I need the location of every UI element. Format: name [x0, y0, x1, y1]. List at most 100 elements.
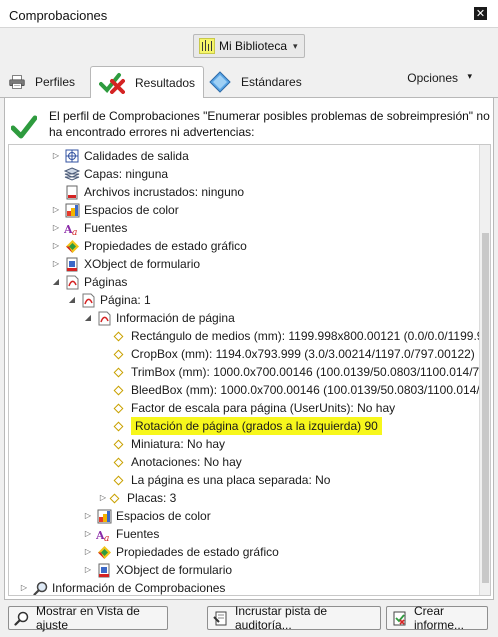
- library-dropdown-button[interactable]: Mi Biblioteca ▾: [193, 34, 305, 58]
- bullet-icon: [113, 385, 124, 395]
- tree-item-page-info[interactable]: ◢ Información de página: [83, 309, 235, 327]
- svg-text:a: a: [72, 228, 77, 236]
- chevron-down-icon[interactable]: ▾: [467, 71, 472, 82]
- expand-icon[interactable]: ▷: [98, 489, 108, 507]
- output-intent-icon: [64, 148, 80, 164]
- tree-item-page-fonts[interactable]: ▷ Aa Fuentes: [83, 525, 159, 543]
- diamond-icon: [209, 71, 231, 93]
- layers-icon: [64, 166, 80, 182]
- tab-results-label: Resultados: [135, 75, 196, 90]
- show-fit-view-button[interactable]: Mostrar en Vista de ajuste: [8, 604, 168, 632]
- tree-item-page-1[interactable]: ◢ Página: 1: [67, 291, 151, 309]
- report-icon: [391, 610, 407, 626]
- tree-item-fonts[interactable]: ▷ Aa Fuentes: [51, 219, 127, 237]
- embed-audit-trail-button[interactable]: Incrustar pista de auditoría...: [207, 604, 381, 632]
- tree-item-graphic-state[interactable]: ▷ Propiedades de estado gráfico: [51, 237, 247, 255]
- create-report-button[interactable]: Crear informe...: [386, 604, 488, 632]
- tree-item-embedded-files[interactable]: Archivos incrustados: ninguno: [51, 183, 244, 201]
- bullet-icon: [113, 331, 124, 341]
- bullet-icon: [109, 493, 120, 503]
- bullet-icon: [113, 349, 124, 359]
- footer: Mostrar en Vista de ajuste Incrustar pis…: [0, 600, 498, 637]
- check-cross-icon: [99, 72, 125, 94]
- window-title: Comprobaciones: [9, 8, 108, 23]
- pdf-page-icon: [80, 292, 96, 308]
- expand-icon[interactable]: ▷: [83, 525, 93, 543]
- options-menu[interactable]: Opciones: [407, 71, 458, 85]
- magnifier-icon: [13, 610, 29, 626]
- graphic-state-icon: [96, 544, 112, 560]
- scrollbar-thumb[interactable]: [482, 233, 489, 583]
- pdf-page-icon: [64, 274, 80, 290]
- graphic-state-icon: [64, 238, 80, 254]
- collapse-icon[interactable]: ◢: [83, 309, 93, 327]
- tree-item-form-xobject[interactable]: ▷ XObject de formulario: [51, 255, 200, 273]
- svg-text:a: a: [104, 534, 109, 542]
- tab-bar: Perfiles Resultados Estándares Opciones …: [0, 64, 498, 99]
- tab-profiles-label: Perfiles: [35, 75, 76, 89]
- bullet-icon: [113, 367, 124, 377]
- tree-item-plates[interactable]: ▷ Placas: 3: [98, 489, 176, 507]
- pdf-page-icon: [96, 310, 112, 326]
- chevron-down-icon: ▾: [293, 40, 298, 51]
- expand-icon[interactable]: ▷: [83, 561, 93, 579]
- collapse-icon[interactable]: ◢: [67, 291, 77, 309]
- bullet-icon: [113, 403, 124, 413]
- magnifier-icon: [32, 580, 48, 595]
- results-panel: El perfil de Comprobaciones "Enumerar po…: [4, 98, 494, 600]
- bullet-icon: [113, 475, 124, 485]
- tree-item-color-spaces[interactable]: ▷ Espacios de color: [51, 201, 179, 219]
- tree-item-output-intents[interactable]: ▷ Calidades de salida: [51, 147, 189, 165]
- embedded-file-icon: [64, 184, 80, 200]
- tab-profiles[interactable]: Perfiles: [9, 66, 75, 98]
- form-xobject-icon: [96, 562, 112, 578]
- tree-item-bleed-box[interactable]: BleedBox (mm): 1000.0x700.00146 (100.013…: [111, 381, 490, 399]
- tree-item-page-rotation[interactable]: Rotación de página (grados a la izquierd…: [111, 417, 382, 435]
- title-bar: Comprobaciones ✕: [0, 0, 498, 28]
- bullet-icon: [113, 421, 124, 431]
- tree-item-thumbnail[interactable]: Miniatura: No hay: [111, 435, 225, 453]
- expand-icon[interactable]: ▷: [83, 507, 93, 525]
- tree-item-user-units[interactable]: Factor de escala para página (UserUnits)…: [111, 399, 395, 417]
- result-message-text: El perfil de Comprobaciones "Enumerar po…: [49, 109, 490, 139]
- tab-standards[interactable]: Estándares: [209, 66, 302, 98]
- tree-item-pages[interactable]: ◢ Páginas: [51, 273, 127, 291]
- expand-icon[interactable]: ▷: [51, 219, 61, 237]
- library-area: Mi Biblioteca ▾: [0, 28, 498, 64]
- color-space-icon: [64, 202, 80, 218]
- library-icon: [199, 38, 215, 54]
- expand-icon[interactable]: ▷: [51, 237, 61, 255]
- tree-item-trim-box[interactable]: TrimBox (mm): 1000.0x700.00146 (100.0139…: [111, 363, 490, 381]
- tree-item-page-color-spaces[interactable]: ▷ Espacios de color: [83, 507, 211, 525]
- form-xobject-icon: [64, 256, 80, 272]
- document-stamp-icon: [212, 610, 228, 626]
- tree-item-annotations[interactable]: Anotaciones: No hay: [111, 453, 242, 471]
- tree-item-layers[interactable]: Capas: ninguna: [51, 165, 168, 183]
- checkmark-icon: [11, 114, 37, 140]
- printer-icon: [9, 74, 25, 90]
- expand-icon[interactable]: ▷: [83, 543, 93, 561]
- bullet-icon: [113, 457, 124, 467]
- tree-item-media-box[interactable]: Rectángulo de medios (mm): 1199.998x800.…: [111, 327, 490, 345]
- result-message: El perfil de Comprobaciones "Enumerar po…: [11, 106, 490, 142]
- close-icon[interactable]: ✕: [474, 7, 487, 20]
- bullet-icon: [113, 439, 124, 449]
- tab-standards-label: Estándares: [241, 75, 302, 89]
- tab-results[interactable]: Resultados: [90, 66, 205, 99]
- expand-icon[interactable]: ▷: [19, 579, 29, 595]
- tree-item-separated-plate[interactable]: La página es una placa separada: No: [111, 471, 330, 489]
- tree-item-page-graphic-state[interactable]: ▷ Propiedades de estado gráfico: [83, 543, 279, 561]
- tree-item-preflight-info[interactable]: ▷ Información de Comprobaciones: [19, 579, 225, 595]
- tree-item-page-form-xobject[interactable]: ▷ XObject de formulario: [83, 561, 232, 579]
- fonts-icon: Aa: [96, 526, 112, 542]
- expand-icon[interactable]: ▷: [51, 147, 61, 165]
- library-label: Mi Biblioteca: [219, 39, 288, 53]
- collapse-icon[interactable]: ◢: [51, 273, 61, 291]
- color-space-icon: [96, 508, 112, 524]
- tree-item-crop-box[interactable]: CropBox (mm): 1194.0x793.999 (3.0/3.0021…: [111, 345, 475, 363]
- vertical-scrollbar[interactable]: [479, 145, 490, 595]
- results-tree[interactable]: ▷ Calidades de salida Capas: ninguna Arc…: [8, 144, 491, 596]
- expand-icon[interactable]: ▷: [51, 201, 61, 219]
- highlighted-text: Rotación de página (grados a la izquierd…: [131, 417, 382, 435]
- expand-icon[interactable]: ▷: [51, 255, 61, 273]
